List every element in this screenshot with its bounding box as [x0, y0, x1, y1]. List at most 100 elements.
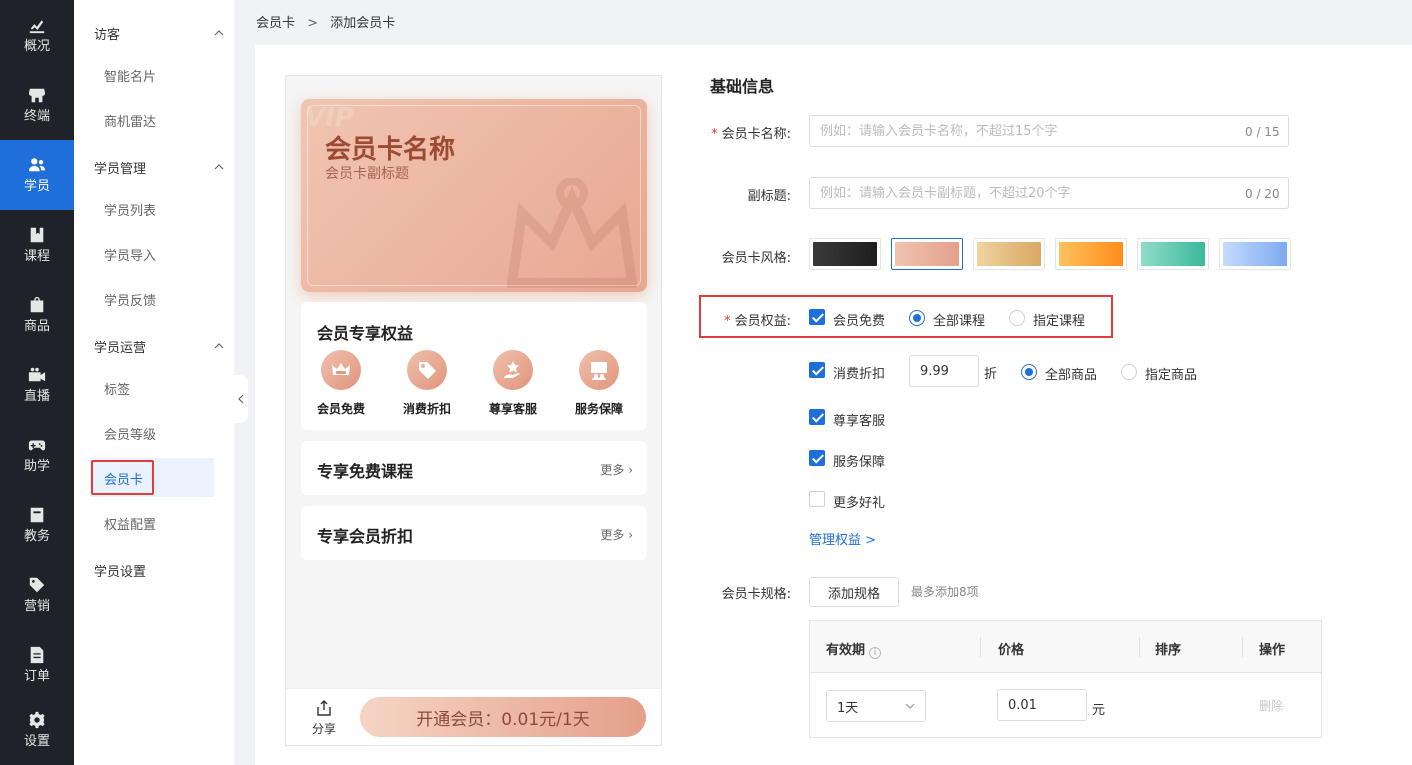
spec-hint: 最多添加8项: [911, 585, 979, 599]
sidebar-item-student-settings[interactable]: 学员设置: [94, 560, 224, 580]
card-preview: VIP 会员卡名称 会员卡副标题 会员专享权益 会员免费 消费折扣 尊享客服 服…: [285, 75, 662, 746]
scope-specific-courses-radio[interactable]: [1009, 310, 1025, 326]
sidebar-group-student-operations[interactable]: 学员运营: [94, 336, 224, 356]
chevron-down-icon: [905, 703, 915, 709]
perks-section: 会员专享权益 会员免费 消费折扣 尊享客服 服务保障: [301, 302, 647, 430]
benefit-guarantee-label: 服务保障: [833, 455, 886, 470]
price-input[interactable]: [997, 689, 1087, 721]
style-swatch-gold[interactable]: [973, 238, 1045, 270]
chart-icon: [27, 15, 47, 35]
perk-free: 会员免费: [306, 350, 376, 417]
subtitle-input[interactable]: [809, 177, 1289, 209]
more-link[interactable]: 更多 ›: [600, 461, 633, 478]
sidebar-item-student-import[interactable]: 学员导入: [104, 245, 156, 264]
scope-all-courses-label: 全部课程: [933, 314, 986, 329]
chevron-left-icon: [238, 394, 244, 404]
sidebar-collapse-toggle[interactable]: [234, 375, 248, 423]
store-icon: [27, 85, 47, 105]
column-header-order: 排序: [1155, 643, 1182, 658]
users-icon: [27, 155, 47, 175]
section-title: 基础信息: [710, 77, 775, 96]
benefit-service-label: 尊享客服: [833, 414, 886, 429]
card-name: 会员卡名称: [325, 135, 456, 165]
sidebar-group-student-management[interactable]: 学员管理: [94, 157, 224, 177]
info-icon[interactable]: i: [869, 647, 882, 659]
sidebar-item-member-levels[interactable]: 会员等级: [104, 424, 156, 443]
rail-item-courses[interactable]: 课程: [0, 210, 74, 280]
secondary-sidebar: 访客 智能名片 商机雷达 学员管理 学员列表 学员导入 学员反馈 学员运营 标签…: [74, 0, 234, 765]
style-swatch-orange[interactable]: [1055, 238, 1127, 270]
rail-item-terminal[interactable]: 终端: [0, 70, 74, 140]
benefit-service-checkbox[interactable]: [809, 409, 825, 425]
rail-item-assist[interactable]: 助学: [0, 420, 74, 490]
column-header-period: 有效期 i: [826, 639, 882, 659]
benefit-gifts-checkbox[interactable]: [809, 491, 825, 507]
sidebar-item-student-feedback[interactable]: 学员反馈: [104, 290, 156, 309]
video-icon: [27, 365, 47, 385]
rail-item-settings[interactable]: 设置: [0, 695, 74, 765]
member-card-preview: VIP 会员卡名称 会员卡副标题: [301, 99, 647, 292]
rail-item-overview[interactable]: 概况: [0, 0, 74, 70]
crown-watermark-icon: [507, 178, 637, 288]
sidebar-item-tags[interactable]: 标签: [104, 379, 130, 398]
style-swatch-teal[interactable]: [1137, 238, 1209, 270]
share-button[interactable]: 分享: [310, 699, 338, 737]
manage-benefits-link[interactable]: 管理权益 >: [809, 529, 876, 548]
benefit-guarantee-checkbox[interactable]: [809, 450, 825, 466]
free-courses-title: 专享免费课程: [317, 462, 414, 481]
order-icon: [27, 645, 47, 665]
benefit-free-checkbox[interactable]: [809, 309, 825, 325]
tag-icon: [27, 575, 47, 595]
period-select[interactable]: 1天: [826, 690, 926, 722]
share-icon: [317, 700, 331, 716]
sidebar-group-visitors[interactable]: 访客: [94, 23, 224, 43]
member-discount-section[interactable]: 专享会员折扣 更多 ›: [301, 506, 647, 560]
card-name-input[interactable]: [809, 115, 1289, 147]
calendar-icon: [27, 505, 47, 525]
bag-icon: [27, 295, 47, 315]
card-name-label: * 会员卡名称:: [711, 127, 791, 142]
book-icon: [27, 225, 47, 245]
discount-tag-icon: [407, 350, 447, 390]
join-membership-button[interactable]: 开通会员：0.01元/1天: [360, 697, 646, 737]
scope-specific-goods-radio[interactable]: [1121, 364, 1137, 380]
scope-all-goods-radio[interactable]: [1021, 364, 1037, 380]
sidebar-item-opportunity-radar[interactable]: 商机雷达: [104, 111, 156, 130]
delete-spec-button[interactable]: 删除: [1259, 697, 1283, 714]
rail-item-live[interactable]: 直播: [0, 350, 74, 420]
add-spec-button[interactable]: 添加规格: [809, 577, 899, 607]
rail-item-marketing[interactable]: 营销: [0, 560, 74, 630]
rail-item-academic[interactable]: 教务: [0, 490, 74, 560]
gamepad-icon: [27, 435, 47, 455]
chevron-up-icon: [214, 343, 224, 349]
scope-all-courses-radio[interactable]: [909, 310, 925, 326]
breadcrumb: 会员卡 > 添加会员卡: [256, 12, 395, 31]
breadcrumb-parent[interactable]: 会员卡: [256, 16, 295, 31]
sidebar-item-smart-card[interactable]: 智能名片: [104, 66, 156, 85]
column-header-action: 操作: [1259, 643, 1286, 658]
rail-item-orders[interactable]: 订单: [0, 630, 74, 700]
rail-item-students[interactable]: 学员: [0, 140, 74, 210]
guarantee-icon: [579, 350, 619, 390]
chevron-right-icon: ›: [628, 528, 633, 542]
preview-bottom-bar: 分享 开通会员：0.01元/1天: [286, 688, 661, 745]
style-swatch-rose[interactable]: [891, 238, 963, 270]
sidebar-item-member-card[interactable]: 会员卡: [90, 458, 214, 497]
card-spec-label: 会员卡规格:: [721, 587, 791, 602]
style-swatch-blue[interactable]: [1219, 238, 1291, 270]
discount-value-input[interactable]: [909, 355, 979, 387]
chevron-up-icon: [214, 30, 224, 36]
subtitle-label: 副标题:: [747, 189, 791, 204]
sidebar-item-student-list[interactable]: 学员列表: [104, 200, 156, 219]
main-nav-rail: 概况 终端 学员 课程 商品 直播 助学 教务 营销 订单 设置: [0, 0, 74, 765]
free-courses-section[interactable]: 专享免费课程 更多 ›: [301, 441, 647, 495]
more-link[interactable]: 更多 ›: [600, 526, 633, 543]
card-name-counter: 0 / 15: [1245, 125, 1280, 139]
subtitle-counter: 0 / 20: [1245, 187, 1280, 201]
perk-discount: 消费折扣: [392, 350, 462, 417]
style-swatch-black[interactable]: [809, 238, 881, 270]
rail-item-goods[interactable]: 商品: [0, 280, 74, 350]
main-panel: VIP 会员卡名称 会员卡副标题 会员专享权益 会员免费 消费折扣 尊享客服 服…: [255, 45, 1412, 765]
benefit-discount-checkbox[interactable]: [809, 362, 825, 378]
sidebar-item-benefits-config[interactable]: 权益配置: [104, 514, 156, 533]
